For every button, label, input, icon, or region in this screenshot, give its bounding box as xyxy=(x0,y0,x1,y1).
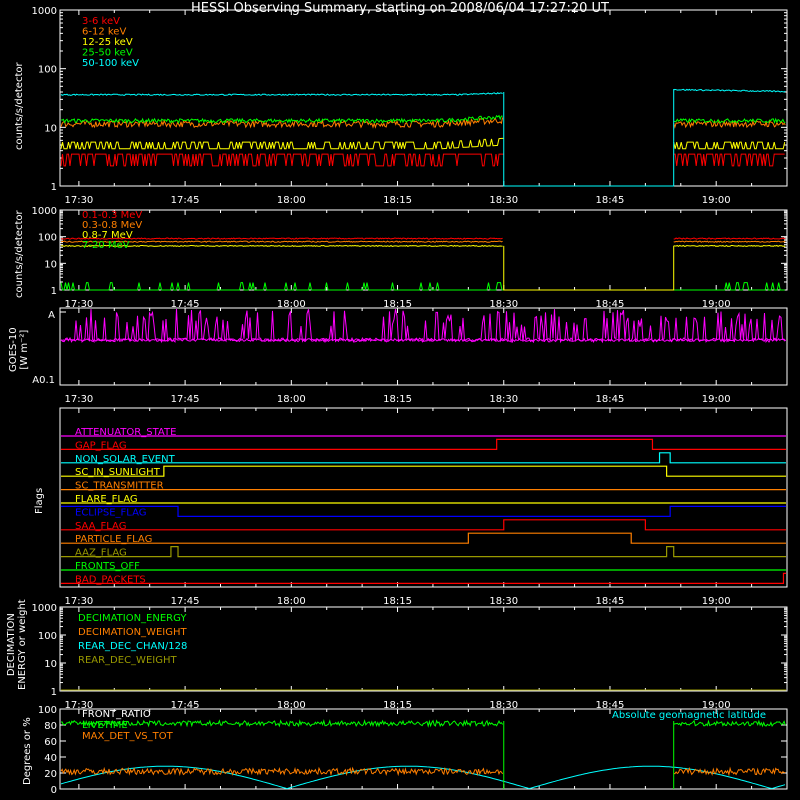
series-line-0.3-0.8mev xyxy=(673,240,786,243)
x-tick-label: 18:30 xyxy=(489,394,518,405)
series-line-25-50kev xyxy=(60,114,503,124)
y-tick-label: 20 xyxy=(44,769,57,780)
legend-entry: 3-6 keV xyxy=(82,16,120,27)
x-tick-label: 17:45 xyxy=(171,195,200,206)
legend-entry: 50-100 keV xyxy=(82,58,139,69)
series-line-7-20mev xyxy=(673,282,785,291)
y-tick-label: 10 xyxy=(44,259,57,270)
flag-line xyxy=(61,532,786,544)
panel-frame-1 xyxy=(59,209,788,291)
x-tick-label: 19:00 xyxy=(702,394,731,405)
y-axis-label: Flags xyxy=(34,487,45,514)
x-tick-label: 17:30 xyxy=(64,195,93,206)
x-tick-label: 18:00 xyxy=(277,195,306,206)
series-line-12-25kev xyxy=(60,137,504,150)
series-line-0.8-7mev xyxy=(673,244,786,248)
x-tick-label: 18:00 xyxy=(277,596,306,607)
y-axis-label: counts/s/detector xyxy=(14,210,25,298)
y-axis-label: DECIMATION ENERGY or weight xyxy=(6,599,28,690)
y-tick-label: A xyxy=(48,310,55,321)
series-line-0.1-0.3mev xyxy=(673,237,786,240)
observing-summary-plot: 17:30 17:45 18:00 18:15 18:30 18:45 19:00 17:30… xyxy=(32,6,788,796)
x-tick-label: 18:45 xyxy=(596,394,625,405)
flag-line xyxy=(61,572,786,584)
legend-entry: 25-50 keV xyxy=(82,48,133,59)
legend-entry: DECIMATION_WEIGHT xyxy=(78,627,187,638)
y-tick-label: 1 xyxy=(51,286,57,297)
y-axis-label-line2: ENERGY or weight xyxy=(17,599,28,690)
legend-entry: 12-25 keV xyxy=(82,37,133,48)
gap-line xyxy=(503,89,675,187)
y-tick-label: 100 xyxy=(38,705,57,716)
y-axis-label-line1: GOES-10 xyxy=(8,327,19,372)
flag-line xyxy=(61,438,786,450)
y-tick-label: 80 xyxy=(44,721,57,732)
legend-entry: 6-12 keV xyxy=(82,27,126,38)
x-tick-label: 18:45 xyxy=(596,596,625,607)
annotation-text: Absolute geomagnetic latitude xyxy=(612,710,766,721)
panel-frame-2 xyxy=(59,307,788,386)
series-line-50-100kev xyxy=(60,92,503,96)
series-line-3-6kev xyxy=(60,153,504,167)
x-tick-label: 18:15 xyxy=(383,596,412,607)
flag-line xyxy=(61,546,786,558)
y-tick-label: 0 xyxy=(51,785,57,796)
y-tick-label: 1 xyxy=(51,182,57,193)
series-line-25-50kev xyxy=(673,117,786,125)
x-tick-label: 17:45 xyxy=(171,394,200,405)
y-tick-label: 100 xyxy=(38,233,57,244)
y-tick-label: 1000 xyxy=(32,206,57,217)
legend-entry: FRONT_RATIO xyxy=(82,709,151,720)
flag-label: ECLIPSE_FLAG xyxy=(75,507,146,518)
panel-frame-5 xyxy=(59,708,788,790)
y-axis-label: Degrees or % xyxy=(22,717,33,785)
y-tick-label: A0.1 xyxy=(32,375,55,386)
x-tick-label: 17:45 xyxy=(171,596,200,607)
series-line-50-100kev xyxy=(673,88,786,93)
x-tick-label: 18:15 xyxy=(383,394,412,405)
y-tick-label: 100 xyxy=(38,65,57,76)
legend-entry: DECIMATION_ENERGY xyxy=(78,613,187,624)
y-tick-label: 100 xyxy=(38,631,57,642)
x-tick-label: 17:30 xyxy=(64,394,93,405)
x-tick-label: 19:00 xyxy=(702,195,731,206)
gap-line xyxy=(503,245,675,291)
y-axis-label-line1: DECIMATION xyxy=(6,613,17,677)
y-tick-label: 10 xyxy=(44,123,57,134)
legend-entry: REAR_DEC_CHAN/128 xyxy=(78,641,187,652)
x-tick-label: 18:30 xyxy=(489,596,518,607)
x-tick-label: 18:30 xyxy=(489,195,518,206)
y-tick-label: 60 xyxy=(44,737,57,748)
legend-entry: 7-20 MeV xyxy=(82,240,130,251)
x-tick-label: 19:00 xyxy=(702,596,731,607)
series-line-3-6kev xyxy=(673,153,785,167)
series-line-goes xyxy=(60,308,786,344)
x-tick-label: 17:30 xyxy=(64,596,93,607)
x-tick-label: 18:00 xyxy=(277,394,306,405)
flag-line xyxy=(61,465,786,477)
series-line-7-20mev xyxy=(60,282,504,291)
series-line-livetime xyxy=(673,719,786,728)
y-axis-label: GOES-10 [W m⁻²] xyxy=(8,327,30,372)
y-tick-label: 10 xyxy=(44,659,57,670)
y-tick-label: 40 xyxy=(44,753,57,764)
y-axis-label-line2: [W m⁻²] xyxy=(19,329,30,370)
y-tick-label: 1000 xyxy=(32,603,57,614)
y-axis-label: counts/s/detector xyxy=(14,62,25,150)
y-tick-label: 1 xyxy=(51,687,57,698)
flag-line xyxy=(61,505,786,517)
y-tick-label: 1000 xyxy=(32,6,57,17)
x-tick-label: 18:15 xyxy=(383,195,412,206)
legend-entry: MAX_DET_VS_TOT xyxy=(82,731,174,742)
x-tick-label: 18:45 xyxy=(596,195,625,206)
flag-line xyxy=(61,519,786,531)
legend-entry: REAR_DEC_WEIGHT xyxy=(78,655,177,666)
series-line-geomagnetic-latitude xyxy=(60,765,786,790)
series-line-12-25kev xyxy=(673,141,786,150)
legend-entry: LIVETIME xyxy=(82,720,128,731)
